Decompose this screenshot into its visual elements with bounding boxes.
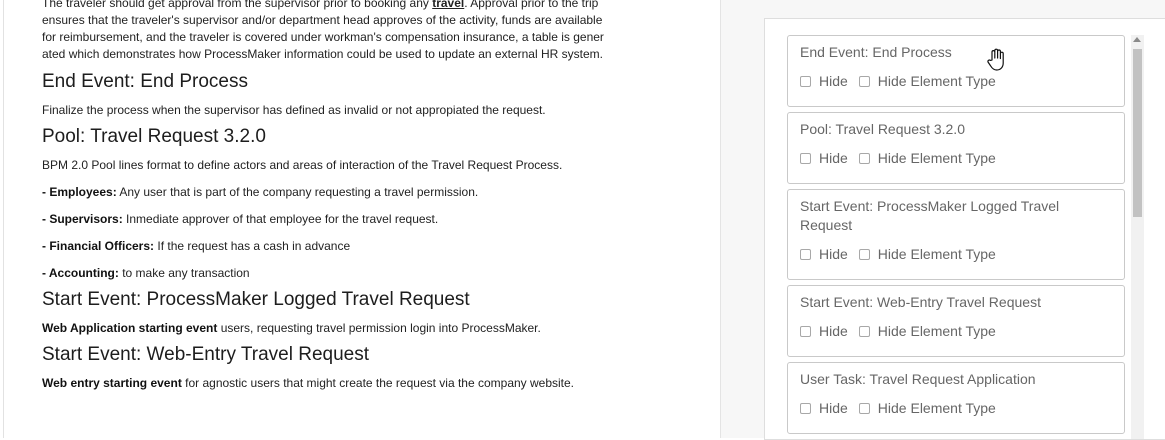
hide-element-type-checkbox[interactable] xyxy=(858,152,870,164)
intro-text: for reimbursement, and the traveler is c… xyxy=(42,30,604,44)
intro-text: . Approval prior to the trip xyxy=(464,0,599,10)
section-heading-pool: Pool: Travel Request 3.2.0 xyxy=(42,126,266,147)
section-text-web-entry: Web entry starting event for agnostic us… xyxy=(42,376,575,390)
hide-checkbox[interactable] xyxy=(800,248,811,260)
element-card-logged-start-event: Start Event: ProcessMaker Logged Travel … xyxy=(787,189,1125,280)
element-card-title: User Task: Travel Request Application xyxy=(800,371,1036,387)
element-options-list[interactable]: End Event: End Process Hide Hide Element… xyxy=(764,18,1165,440)
document-content: The traveler should get approval from th… xyxy=(42,0,608,390)
hide-element-type-checkbox[interactable] xyxy=(858,248,870,260)
section-text-end-event: Finalize the process when the supervisor… xyxy=(42,103,546,117)
element-card-options: Hide Hide Element Type xyxy=(800,73,1007,89)
travel-link[interactable]: travel xyxy=(432,0,464,10)
element-card-options: Hide Hide Element Type xyxy=(800,246,1007,262)
hide-checkbox[interactable] xyxy=(800,152,811,164)
intro-text: ated which demonstrates how ProcessMaker… xyxy=(42,47,603,61)
hide-label[interactable]: Hide xyxy=(819,73,848,89)
section-heading-web-entry: Start Event: Web-Entry Travel Request xyxy=(42,344,370,365)
hide-element-type-label[interactable]: Hide Element Type xyxy=(878,246,996,262)
options-scrollbar[interactable] xyxy=(1131,35,1144,439)
element-card-options: Hide Hide Element Type xyxy=(800,150,1007,166)
element-card-title: End Event: End Process xyxy=(800,44,952,60)
hide-label[interactable]: Hide xyxy=(819,400,848,416)
hide-checkbox[interactable] xyxy=(800,402,811,414)
hide-label[interactable]: Hide xyxy=(819,323,848,339)
section-heading-end-event: End Event: End Process xyxy=(42,71,248,92)
section-text-pool: BPM 2.0 Pool lines format to define acto… xyxy=(42,158,563,172)
hide-element-type-checkbox[interactable] xyxy=(858,325,870,337)
element-card-title: Pool: Travel Request 3.2.0 xyxy=(800,121,965,137)
element-card-end-event: End Event: End Process Hide Hide Element… xyxy=(787,35,1125,107)
section-heading-logged-start: Start Event: ProcessMaker Logged Travel … xyxy=(42,289,470,310)
hide-element-type-label[interactable]: Hide Element Type xyxy=(878,400,996,416)
role-employees: - Employees: Any user that is part of th… xyxy=(42,185,479,199)
element-card-title: Start Event: ProcessMaker Logged Travel … xyxy=(800,198,1060,233)
element-card-options: Hide Hide Element Type xyxy=(800,400,1007,416)
role-financial-officers: - Financial Officers: If the request has… xyxy=(42,239,351,253)
hide-element-type-label[interactable]: Hide Element Type xyxy=(878,73,996,89)
element-card-title: Start Event: Web-Entry Travel Request xyxy=(800,294,1041,310)
document-preview-panel: The traveler should get approval from th… xyxy=(3,0,645,438)
hide-checkbox[interactable] xyxy=(800,75,811,87)
element-card-web-entry-start-event: Start Event: Web-Entry Travel Request Hi… xyxy=(787,285,1125,357)
element-card-options: Hide Hide Element Type xyxy=(800,323,1007,339)
hide-element-type-checkbox[interactable] xyxy=(858,402,870,414)
hide-element-type-label[interactable]: Hide Element Type xyxy=(878,150,996,166)
hide-element-type-checkbox[interactable] xyxy=(858,75,870,87)
hide-label[interactable]: Hide xyxy=(819,246,848,262)
scrollbar-thumb[interactable] xyxy=(1133,49,1142,217)
element-options-panel: End Event: End Process Hide Hide Element… xyxy=(720,0,1165,440)
hide-label[interactable]: Hide xyxy=(819,150,848,166)
panel-gutter xyxy=(644,0,719,438)
hand-pointer-cursor-icon xyxy=(987,48,1004,71)
intro-text: The traveler should get approval from th… xyxy=(42,0,433,10)
element-card-pool: Pool: Travel Request 3.2.0 Hide Hide Ele… xyxy=(787,112,1125,184)
intro-paragraph: The traveler should get approval from th… xyxy=(42,0,608,63)
role-supervisors: - Supervisors: Inmediate approver of tha… xyxy=(42,212,439,226)
section-text-logged-start: Web Application starting event users, re… xyxy=(42,321,541,335)
scroll-up-arrow-icon[interactable] xyxy=(1133,37,1141,42)
role-accounting: - Accounting: to make any transaction xyxy=(42,266,250,280)
hide-element-type-label[interactable]: Hide Element Type xyxy=(878,323,996,339)
hide-checkbox[interactable] xyxy=(800,325,811,337)
element-card-user-task: User Task: Travel Request Application Hi… xyxy=(787,362,1125,434)
intro-text: ensures that the traveler's supervisor a… xyxy=(42,13,603,27)
